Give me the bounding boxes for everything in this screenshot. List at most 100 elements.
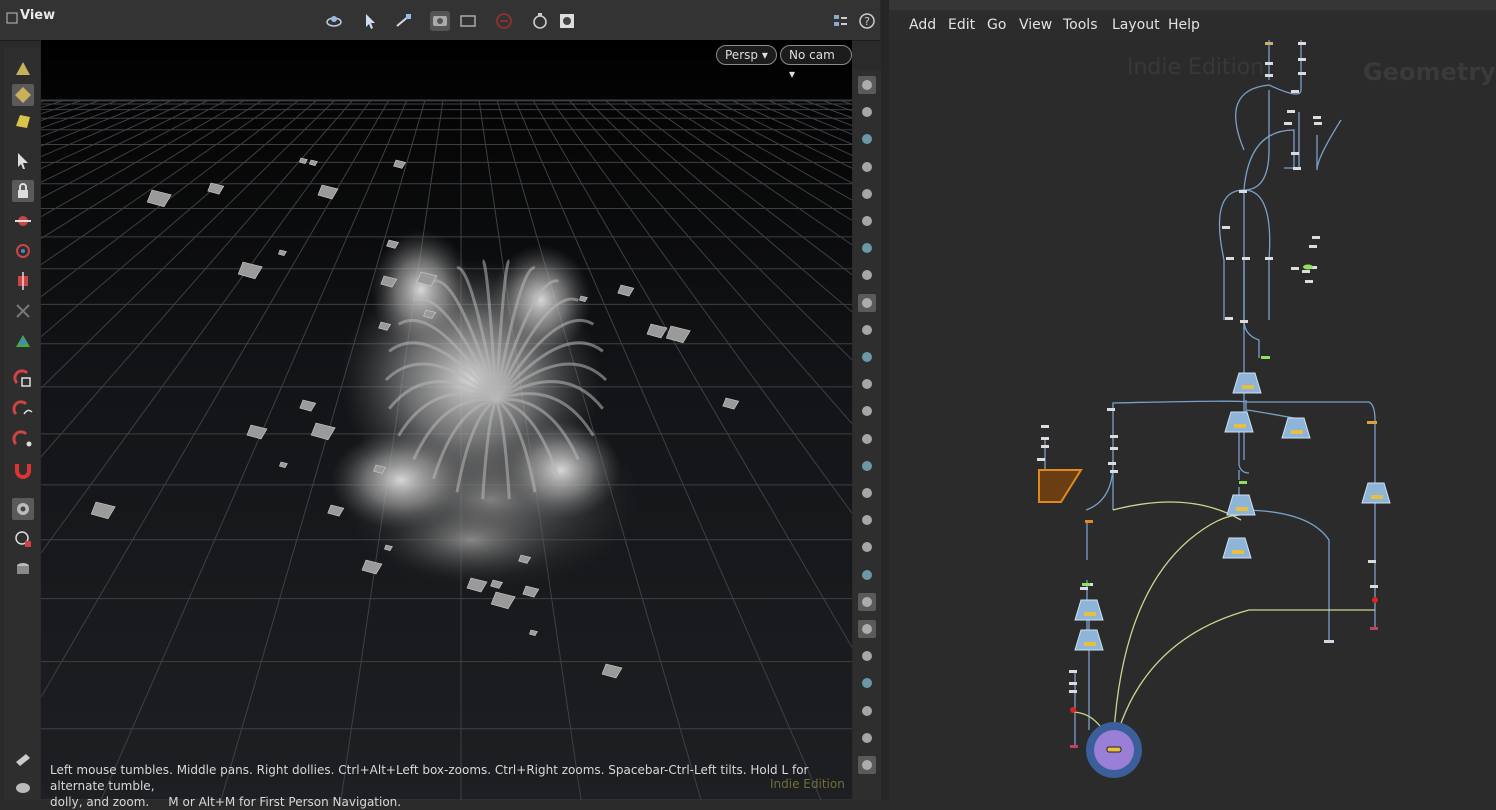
wireframe-icon[interactable] — [858, 76, 876, 94]
node-chip-green — [1261, 356, 1270, 359]
grid-toggle-icon[interactable] — [858, 729, 876, 747]
grid-line — [41, 99, 390, 699]
snap-point-icon[interactable] — [12, 428, 34, 450]
grid-line — [41, 99, 120, 129]
hda-flag — [1232, 550, 1244, 554]
snapshot-view-icon[interactable] — [858, 756, 876, 774]
hda-node — [1222, 537, 1252, 559]
lock-icon[interactable] — [12, 180, 34, 202]
viewer-watermark: Indie Edition — [770, 777, 845, 791]
debris-piece — [393, 159, 407, 169]
move-icon[interactable] — [12, 210, 34, 232]
grid-line — [586, 99, 852, 361]
node-chip-orange — [1367, 421, 1377, 424]
snap-grid-icon[interactable] — [12, 368, 34, 390]
light-icon[interactable] — [858, 212, 876, 230]
vertex-numbers-icon[interactable] — [858, 511, 876, 529]
viewport-scene[interactable] — [41, 40, 852, 800]
menu-add[interactable]: Add — [909, 17, 936, 33]
point-numbers-icon[interactable] — [858, 457, 876, 475]
grid-line — [766, 99, 852, 135]
reference-icon[interactable] — [858, 674, 876, 692]
menu-go[interactable]: Go — [987, 17, 1006, 33]
network-editor[interactable]: Indie Edition Geometry — [889, 40, 1496, 800]
light-bulb-icon[interactable] — [858, 239, 876, 257]
handles-icon[interactable] — [394, 11, 414, 31]
ambient-icon[interactable] — [858, 266, 876, 284]
viewport-3d[interactable]: Persp ▾ No cam ▾ — [41, 40, 852, 800]
node-chip — [1298, 72, 1306, 75]
pane-menu-icon[interactable] — [6, 11, 18, 25]
camera-tools-icon[interactable] — [430, 11, 450, 31]
grid-line — [694, 99, 852, 184]
network-menubar: Add Edit Go View Tools Layout Help — [889, 10, 1496, 40]
primitive-display-icon[interactable] — [858, 484, 876, 502]
camera-bottom-icon[interactable] — [12, 776, 34, 798]
scale-icon[interactable] — [12, 270, 34, 292]
hda-body — [1361, 482, 1391, 504]
backface-icon[interactable] — [858, 348, 876, 366]
flipbook-icon[interactable] — [530, 11, 550, 31]
camera-link-icon[interactable] — [12, 528, 34, 550]
visibility-icon[interactable] — [858, 321, 876, 339]
grid-line — [41, 99, 228, 199]
camera-menu-button[interactable]: No cam ▾ — [780, 45, 852, 81]
debris-piece — [310, 422, 336, 441]
arrow-select-icon[interactable] — [12, 150, 34, 172]
point-display-icon[interactable] — [858, 375, 876, 393]
geometry-select-icon[interactable] — [12, 84, 34, 106]
camera-view-icon[interactable] — [12, 498, 34, 520]
render-region-icon[interactable] — [12, 558, 34, 580]
headlight-icon[interactable] — [858, 158, 876, 176]
dynamics-select-icon[interactable] — [12, 110, 34, 132]
grid-line — [712, 99, 852, 169]
rotate-icon[interactable] — [12, 240, 34, 262]
sphere-shade-icon[interactable] — [858, 185, 876, 203]
bone-icon[interactable] — [12, 300, 34, 322]
hda-body — [1074, 629, 1104, 651]
shading-mode-icon[interactable] — [858, 293, 876, 312]
object-select-icon[interactable] — [12, 58, 34, 80]
display-options-icon[interactable] — [830, 11, 850, 31]
settings-gear-icon[interactable] — [557, 11, 577, 31]
menu-help[interactable]: Help — [1168, 17, 1200, 33]
curve-display-icon[interactable] — [858, 538, 876, 556]
debris-piece — [90, 501, 116, 520]
notes-icon[interactable] — [12, 748, 34, 770]
stop-icon[interactable] — [494, 11, 514, 31]
edge-tool-icon[interactable] — [858, 402, 876, 420]
normals-icon[interactable] — [858, 566, 876, 584]
help-icon[interactable]: ? — [857, 11, 877, 31]
menu-view[interactable]: View — [1019, 17, 1052, 33]
select-pointer-icon[interactable] — [360, 11, 380, 31]
menu-tools[interactable]: Tools — [1063, 17, 1098, 33]
uv-icon[interactable] — [858, 592, 876, 611]
transform-handle-icon[interactable] — [12, 330, 34, 352]
menu-edit[interactable]: Edit — [948, 17, 975, 33]
hda-flag — [1234, 424, 1246, 428]
hda-node — [1281, 417, 1311, 439]
eyedropper-icon[interactable] — [858, 430, 876, 448]
node-graph[interactable] — [889, 40, 1496, 800]
camera-orbit-icon[interactable] — [324, 11, 344, 31]
shaded-icon[interactable] — [858, 103, 876, 121]
lock-camera-icon[interactable] — [858, 130, 876, 148]
menu-layout[interactable]: Layout — [1112, 17, 1160, 33]
pane-splitter[interactable] — [881, 0, 889, 800]
node-chip-green — [1239, 481, 1247, 484]
snap-magnet-icon[interactable] — [12, 458, 34, 480]
debris-piece — [722, 397, 740, 410]
hda-node — [1074, 629, 1104, 651]
frame-icon[interactable] — [858, 702, 876, 720]
template-icon[interactable] — [858, 647, 876, 665]
snap-curve-icon[interactable] — [12, 398, 34, 420]
node-chip — [1037, 458, 1045, 461]
hda-node — [1224, 411, 1254, 433]
hda-body — [1232, 372, 1262, 394]
snapshot-icon[interactable] — [458, 11, 478, 31]
persp-menu-button[interactable]: Persp ▾ — [716, 45, 777, 65]
node-chip — [1287, 110, 1295, 113]
texture-icon[interactable] — [858, 620, 876, 638]
hda-body — [1226, 494, 1256, 516]
output-flag — [1106, 746, 1122, 753]
